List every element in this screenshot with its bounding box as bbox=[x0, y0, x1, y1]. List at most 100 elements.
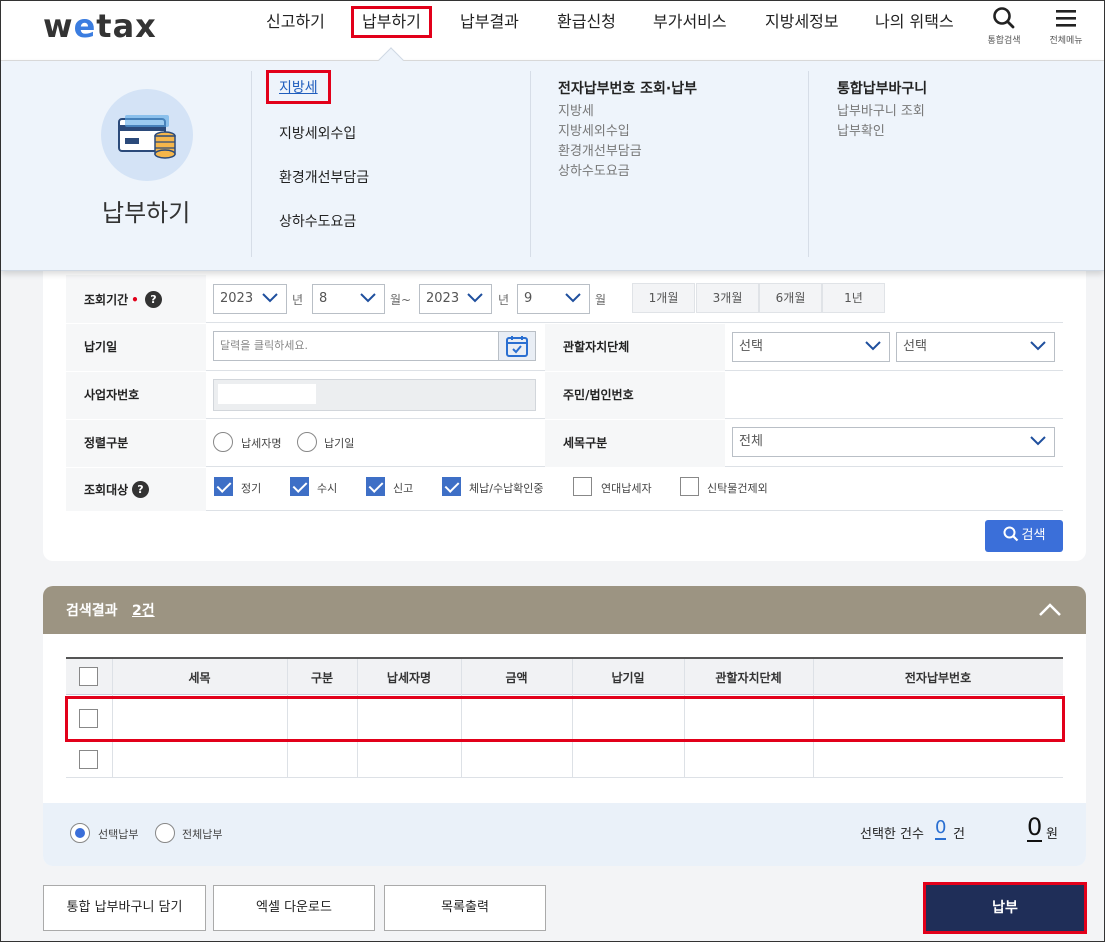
menu-environment-charge[interactable]: 환경개선부담금 bbox=[279, 167, 369, 187]
menu-epay-sub-water[interactable]: 상하수도요금 bbox=[558, 162, 630, 182]
target-trust-exclude-checkbox[interactable] bbox=[680, 477, 699, 496]
print-list-button[interactable]: 목록출력 bbox=[384, 885, 546, 931]
taxtype-select[interactable]: 전체 bbox=[732, 427, 1055, 457]
menu-label: 전체메뉴 bbox=[1049, 36, 1083, 46]
search-button[interactable]: 검색 bbox=[985, 520, 1063, 552]
target-report-checkbox[interactable] bbox=[366, 477, 385, 496]
selected-count-label: 선택한 건수 bbox=[860, 827, 924, 842]
sort-taxpayer-label: 납세자명 bbox=[241, 437, 282, 450]
menu-basket-title[interactable]: 통합납부바구니 bbox=[837, 78, 927, 98]
select-all-checkbox[interactable] bbox=[79, 667, 98, 686]
chevron-down-icon bbox=[565, 293, 581, 303]
bizno-field bbox=[213, 379, 536, 411]
result-title: 검색결과 bbox=[66, 603, 118, 619]
target-label: 조회대상 bbox=[84, 483, 129, 497]
total-amount-value: 0 bbox=[1027, 813, 1043, 842]
total-amount-unit: 원 bbox=[1046, 827, 1058, 842]
divider bbox=[251, 71, 252, 257]
target-joint-taxpayer-checkbox[interactable] bbox=[573, 477, 592, 496]
pay-all-radio[interactable] bbox=[155, 823, 175, 843]
period-1month-button[interactable]: 1개월 bbox=[632, 283, 695, 313]
sort-paydate-label: 납기일 bbox=[324, 437, 355, 450]
sort-taxpayer-radio[interactable] bbox=[213, 432, 233, 452]
result-header: 검색결과 2건 bbox=[43, 586, 1086, 634]
month-from-select[interactable]: 8 bbox=[312, 284, 385, 314]
selected-count-value: 0 bbox=[935, 817, 947, 840]
month-tilde: 월~ bbox=[390, 293, 412, 307]
menu-epay-number-title[interactable]: 전자납부번호 조회·납부 bbox=[558, 78, 697, 98]
col-gov: 관할자치단체 bbox=[715, 671, 782, 685]
help-icon[interactable]: ? bbox=[132, 481, 149, 498]
highlight-row-1 bbox=[65, 696, 1065, 742]
year-from-select[interactable]: 2023 bbox=[213, 284, 287, 314]
menu-basket-view[interactable]: 납부바구니 조회 bbox=[837, 102, 925, 122]
excel-download-button[interactable]: 엑셀 다운로드 bbox=[213, 885, 375, 931]
menu-basket-confirm[interactable]: 납부확인 bbox=[837, 122, 885, 142]
search-icon bbox=[1003, 526, 1018, 542]
wetax-logo[interactable]: wetax bbox=[43, 7, 157, 45]
selected-count-unit: 건 bbox=[953, 827, 965, 842]
target-arrears-label: 체납/수납확인중 bbox=[469, 482, 544, 495]
bizno-label: 사업자번호 bbox=[84, 388, 140, 402]
nav-report[interactable]: 신고하기 bbox=[266, 11, 325, 33]
pay-button[interactable]: 납부 bbox=[923, 882, 1087, 934]
chevron-down-icon bbox=[467, 293, 483, 303]
target-occasional-checkbox[interactable] bbox=[290, 477, 309, 496]
calendar-button[interactable] bbox=[498, 332, 535, 360]
col-taxpayer: 납세자명 bbox=[386, 671, 432, 685]
sort-paydate-radio[interactable] bbox=[297, 432, 317, 452]
menu-non-tax-revenue[interactable]: 지방세외수입 bbox=[279, 123, 356, 143]
period-label: 조회기간 • bbox=[84, 293, 139, 307]
pay-selected-radio[interactable] bbox=[70, 823, 90, 843]
gov-label: 관할자치단체 bbox=[563, 340, 630, 354]
nav-my-wetax[interactable]: 나의 위택스 bbox=[875, 11, 954, 33]
logo-w: w bbox=[43, 7, 74, 45]
card-coins-icon bbox=[118, 115, 176, 159]
period-6month-button[interactable]: 6개월 bbox=[759, 283, 822, 313]
menu-epay-sub-local-tax[interactable]: 지방세 bbox=[558, 102, 594, 122]
menu-epay-sub-non-tax[interactable]: 지방세외수입 bbox=[558, 122, 630, 142]
period-3month-button[interactable]: 3개월 bbox=[696, 283, 759, 313]
nav-payment[interactable]: 납부하기 bbox=[351, 6, 432, 38]
year-to-select[interactable]: 2023 bbox=[419, 284, 492, 314]
mega-menu-title: 납부하기 bbox=[102, 199, 191, 227]
logo-rest: tax bbox=[96, 7, 157, 45]
all-menu-button[interactable]: 전체메뉴 bbox=[1041, 5, 1091, 46]
col-paydate: 납기일 bbox=[611, 671, 645, 685]
table-row[interactable] bbox=[66, 742, 1063, 778]
nav-payment-result[interactable]: 납부결과 bbox=[460, 11, 519, 33]
nav-extra-services[interactable]: 부가서비스 bbox=[653, 11, 727, 33]
gov-select-1[interactable]: 선택 bbox=[732, 332, 890, 362]
menu-water-fee[interactable]: 상하수도요금 bbox=[279, 211, 356, 231]
month-to-select[interactable]: 9 bbox=[517, 284, 590, 314]
paydate-input[interactable]: 달력을 클릭하세요. bbox=[213, 331, 536, 361]
target-report-label: 신고 bbox=[393, 482, 414, 495]
target-regular-label: 정기 bbox=[241, 482, 262, 495]
required-mark: • bbox=[131, 293, 139, 307]
month-unit: 월 bbox=[595, 293, 607, 307]
nav-refund[interactable]: 환급신청 bbox=[557, 11, 616, 33]
calendar-icon bbox=[506, 336, 528, 357]
period-1year-button[interactable]: 1년 bbox=[822, 283, 885, 313]
chevron-down-icon bbox=[1030, 341, 1046, 351]
divider bbox=[530, 71, 531, 257]
integrated-search-button[interactable]: 통합검색 bbox=[979, 5, 1029, 46]
add-to-basket-button[interactable]: 통합 납부바구니 담기 bbox=[43, 885, 206, 931]
target-regular-checkbox[interactable] bbox=[214, 477, 233, 496]
menu-epay-sub-environment[interactable]: 환경개선부담금 bbox=[558, 142, 642, 162]
target-occasional-label: 수시 bbox=[317, 482, 338, 495]
gov-select-2[interactable]: 선택 bbox=[896, 332, 1055, 362]
chevron-up-icon[interactable] bbox=[1038, 603, 1062, 617]
chevron-down-icon bbox=[262, 293, 278, 303]
menu-local-tax[interactable]: 지방세 bbox=[266, 70, 331, 104]
help-icon[interactable]: ? bbox=[145, 291, 162, 308]
bizno-masked-value bbox=[218, 384, 316, 404]
paydate-label: 납기일 bbox=[84, 340, 118, 354]
row-2-checkbox[interactable] bbox=[79, 750, 98, 769]
chevron-down-icon bbox=[865, 341, 881, 351]
search-label: 통합검색 bbox=[987, 36, 1021, 46]
target-arrears-checkbox[interactable] bbox=[442, 477, 461, 496]
nav-local-tax-info[interactable]: 지방세정보 bbox=[765, 11, 839, 33]
chevron-down-icon bbox=[360, 293, 376, 303]
hamburger-menu-icon bbox=[1056, 10, 1076, 27]
